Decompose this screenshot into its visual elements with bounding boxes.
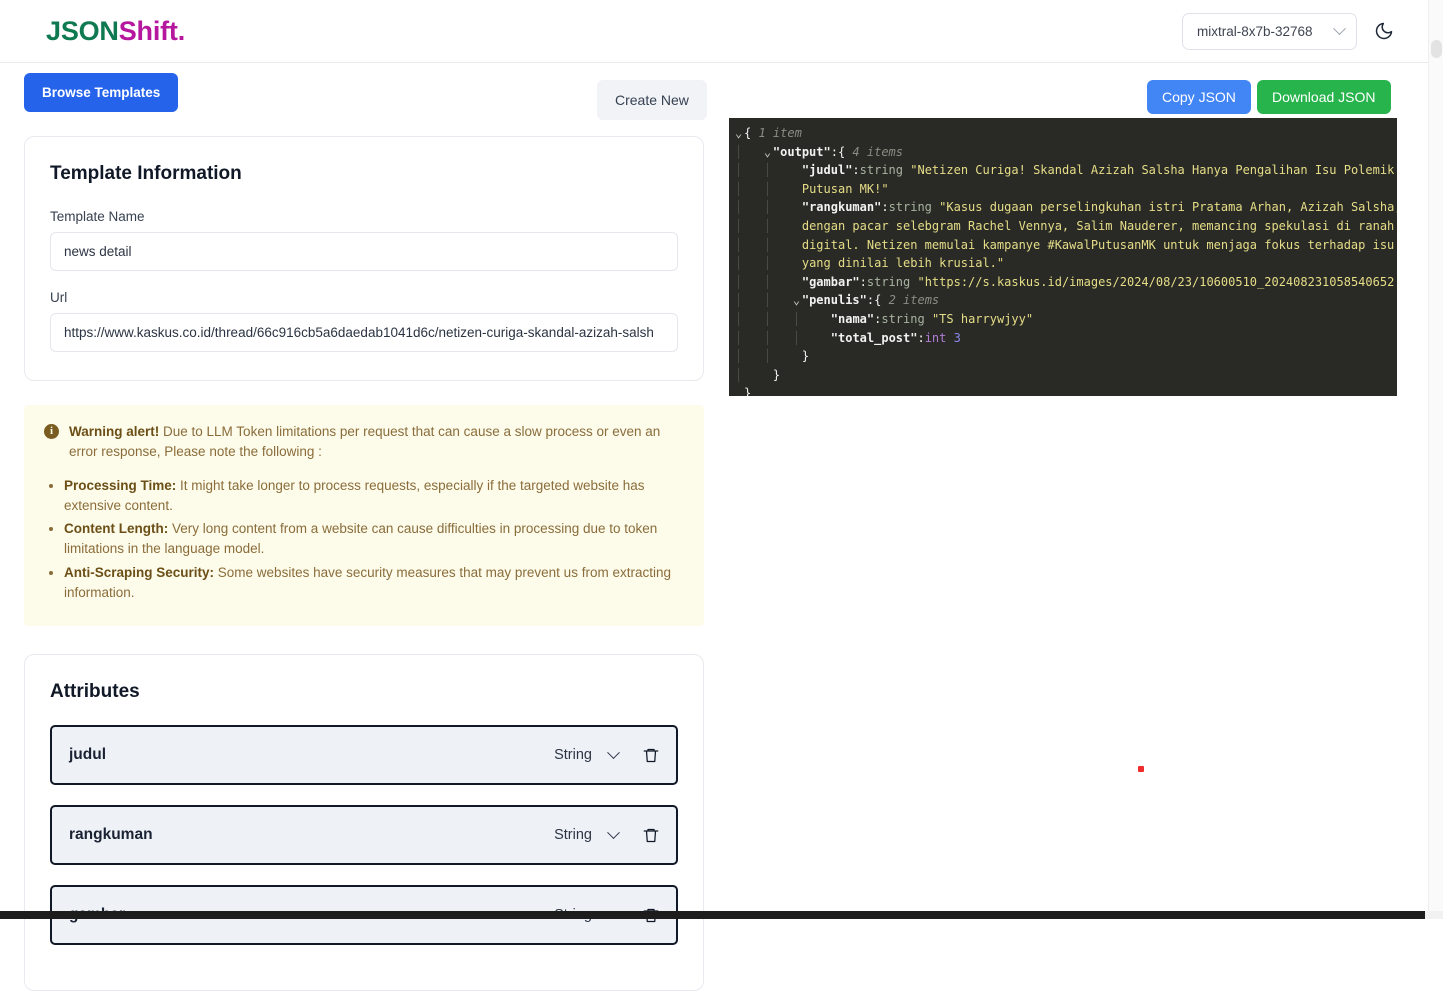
warning-alert: i Warning alert! Due to LLM Token limita…	[24, 405, 704, 626]
warning-title: Warning alert!	[69, 424, 159, 439]
model-select[interactable]: mixtral-8x7b-32768	[1182, 13, 1357, 50]
vertical-scrollbar[interactable]	[1428, 0, 1443, 919]
attributes-title: Attributes	[50, 681, 678, 703]
attributes-card: Attributes judul String rangkuman String…	[24, 654, 704, 991]
attribute-type-value[interactable]: String	[554, 747, 592, 763]
warning-item-label: Anti-Scraping Security:	[64, 565, 214, 580]
json-line: │ │ "gambar":string "https://s.kaskus.id…	[729, 273, 1397, 292]
model-select-value: mixtral-8x7b-32768	[1197, 24, 1313, 39]
template-name-input[interactable]	[50, 232, 678, 271]
chevron-down-icon[interactable]	[607, 826, 620, 839]
horizontal-scrollbar[interactable]	[0, 911, 1443, 919]
download-json-button[interactable]: Download JSON	[1257, 80, 1391, 114]
url-label: Url	[50, 290, 678, 305]
collapse-toggle-icon: ⌄	[735, 124, 744, 143]
attribute-name: judul	[69, 746, 554, 764]
vertical-scrollbar-thumb[interactable]	[1431, 40, 1442, 58]
browse-templates-button[interactable]: Browse Templates	[24, 73, 178, 112]
json-line: }	[729, 384, 1397, 396]
attribute-row-judul[interactable]: judul String	[50, 725, 678, 785]
json-line: │ }	[729, 366, 1397, 385]
logo-text-json: JSON	[46, 16, 119, 46]
json-line: │ │ yang dinilai lebih krusial."	[729, 254, 1397, 273]
json-line: │ │ │ "total_post":int 3	[729, 329, 1397, 348]
trash-icon[interactable]	[642, 826, 660, 845]
list-item: Anti-Scraping Security: Some websites ha…	[64, 563, 684, 604]
attribute-type-value[interactable]: String	[554, 827, 592, 843]
template-name-label: Template Name	[50, 209, 678, 224]
horizontal-scrollbar-thumb[interactable]	[0, 911, 1425, 919]
warning-item-label: Processing Time:	[64, 478, 176, 493]
json-line: │ ⌄"output":{ 4 items	[729, 143, 1397, 162]
json-line: │ │ digital. Netizen memulai kampanye #K…	[729, 236, 1397, 255]
json-line: │ │ ⌄"penulis":{ 2 items	[729, 291, 1397, 310]
json-output-viewer[interactable]: ⌄{ 1 item│ ⌄"output":{ 4 items│ │ "judul…	[729, 118, 1397, 396]
attribute-name: rangkuman	[69, 826, 554, 844]
json-line: ⌄{ 1 item	[729, 124, 1397, 143]
json-line: │ │ Putusan MK!"	[729, 180, 1397, 199]
left-column: Template Information Template Name Url i…	[24, 136, 704, 991]
warning-text: Warning alert! Due to LLM Token limitati…	[69, 422, 684, 463]
theme-toggle-button[interactable]	[1371, 18, 1397, 44]
template-information-title: Template Information	[50, 163, 678, 185]
template-information-card: Template Information Template Name Url	[24, 136, 704, 381]
json-line: │ │ "judul":string "Netizen Curiga! Skan…	[729, 161, 1397, 180]
info-icon: i	[44, 424, 59, 439]
trash-icon[interactable]	[642, 746, 660, 765]
json-line: │ │ │ "nama":string "TS harrywjyy"	[729, 310, 1397, 329]
moon-icon	[1374, 21, 1394, 41]
app-header: JSONShift. mixtral-8x7b-32768	[0, 0, 1443, 63]
copy-json-button[interactable]: Copy JSON	[1147, 80, 1251, 114]
json-line: │ │ dengan pacar selebgram Rachel Vennya…	[729, 217, 1397, 236]
logo-text-shift: Shift.	[119, 16, 185, 46]
attribute-row-rangkuman[interactable]: rangkuman String	[50, 805, 678, 865]
json-line: │ │ }	[729, 347, 1397, 366]
warning-list: Processing Time: It might take longer to…	[64, 476, 684, 604]
header-controls: mixtral-8x7b-32768	[1182, 13, 1397, 50]
cursor-marker	[1138, 766, 1144, 772]
chevron-down-icon	[1333, 22, 1346, 35]
collapse-toggle-icon: ⌄	[764, 143, 773, 162]
list-item: Content Length: Very long content from a…	[64, 519, 684, 560]
list-item: Processing Time: It might take longer to…	[64, 476, 684, 517]
chevron-down-icon[interactable]	[607, 746, 620, 759]
app-logo[interactable]: JSONShift.	[46, 16, 185, 47]
warning-item-label: Content Length:	[64, 521, 168, 536]
collapse-toggle-icon: ⌄	[793, 291, 802, 310]
url-input[interactable]	[50, 313, 678, 352]
create-new-button[interactable]: Create New	[597, 80, 707, 120]
json-line: │ │ "rangkuman":string "Kasus dugaan per…	[729, 198, 1397, 217]
